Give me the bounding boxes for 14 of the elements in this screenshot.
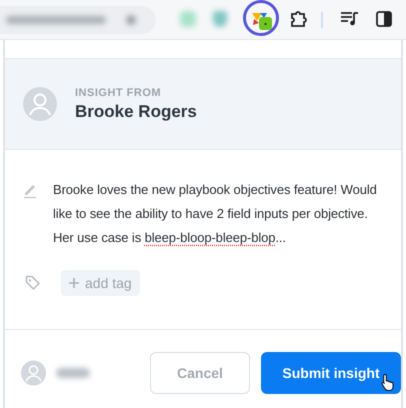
customer-name: Brooke Rogers <box>75 102 197 122</box>
media-icon[interactable] <box>341 12 359 26</box>
blurred-user-name <box>56 368 90 378</box>
hand-cursor-icon <box>381 373 395 391</box>
puzzle-icon[interactable] <box>289 10 307 28</box>
plus-icon <box>69 278 79 288</box>
tag-icon <box>25 275 41 291</box>
add-tag-button[interactable]: add tag <box>61 270 140 296</box>
cancel-button[interactable]: Cancel <box>150 352 250 394</box>
submit-button[interactable]: Submit insight <box>261 352 401 394</box>
sidebar-icon[interactable] <box>376 11 392 27</box>
insight-from-label: INSIGHT FROM <box>75 86 162 98</box>
avatar-icon <box>23 87 57 121</box>
insight-note[interactable]: Brooke loves the new playbook objectives feature! Would like to see the ability to have 2 field inputs per objective. Her use case is bleep-bloop-bleep-blop... <box>53 178 387 250</box>
